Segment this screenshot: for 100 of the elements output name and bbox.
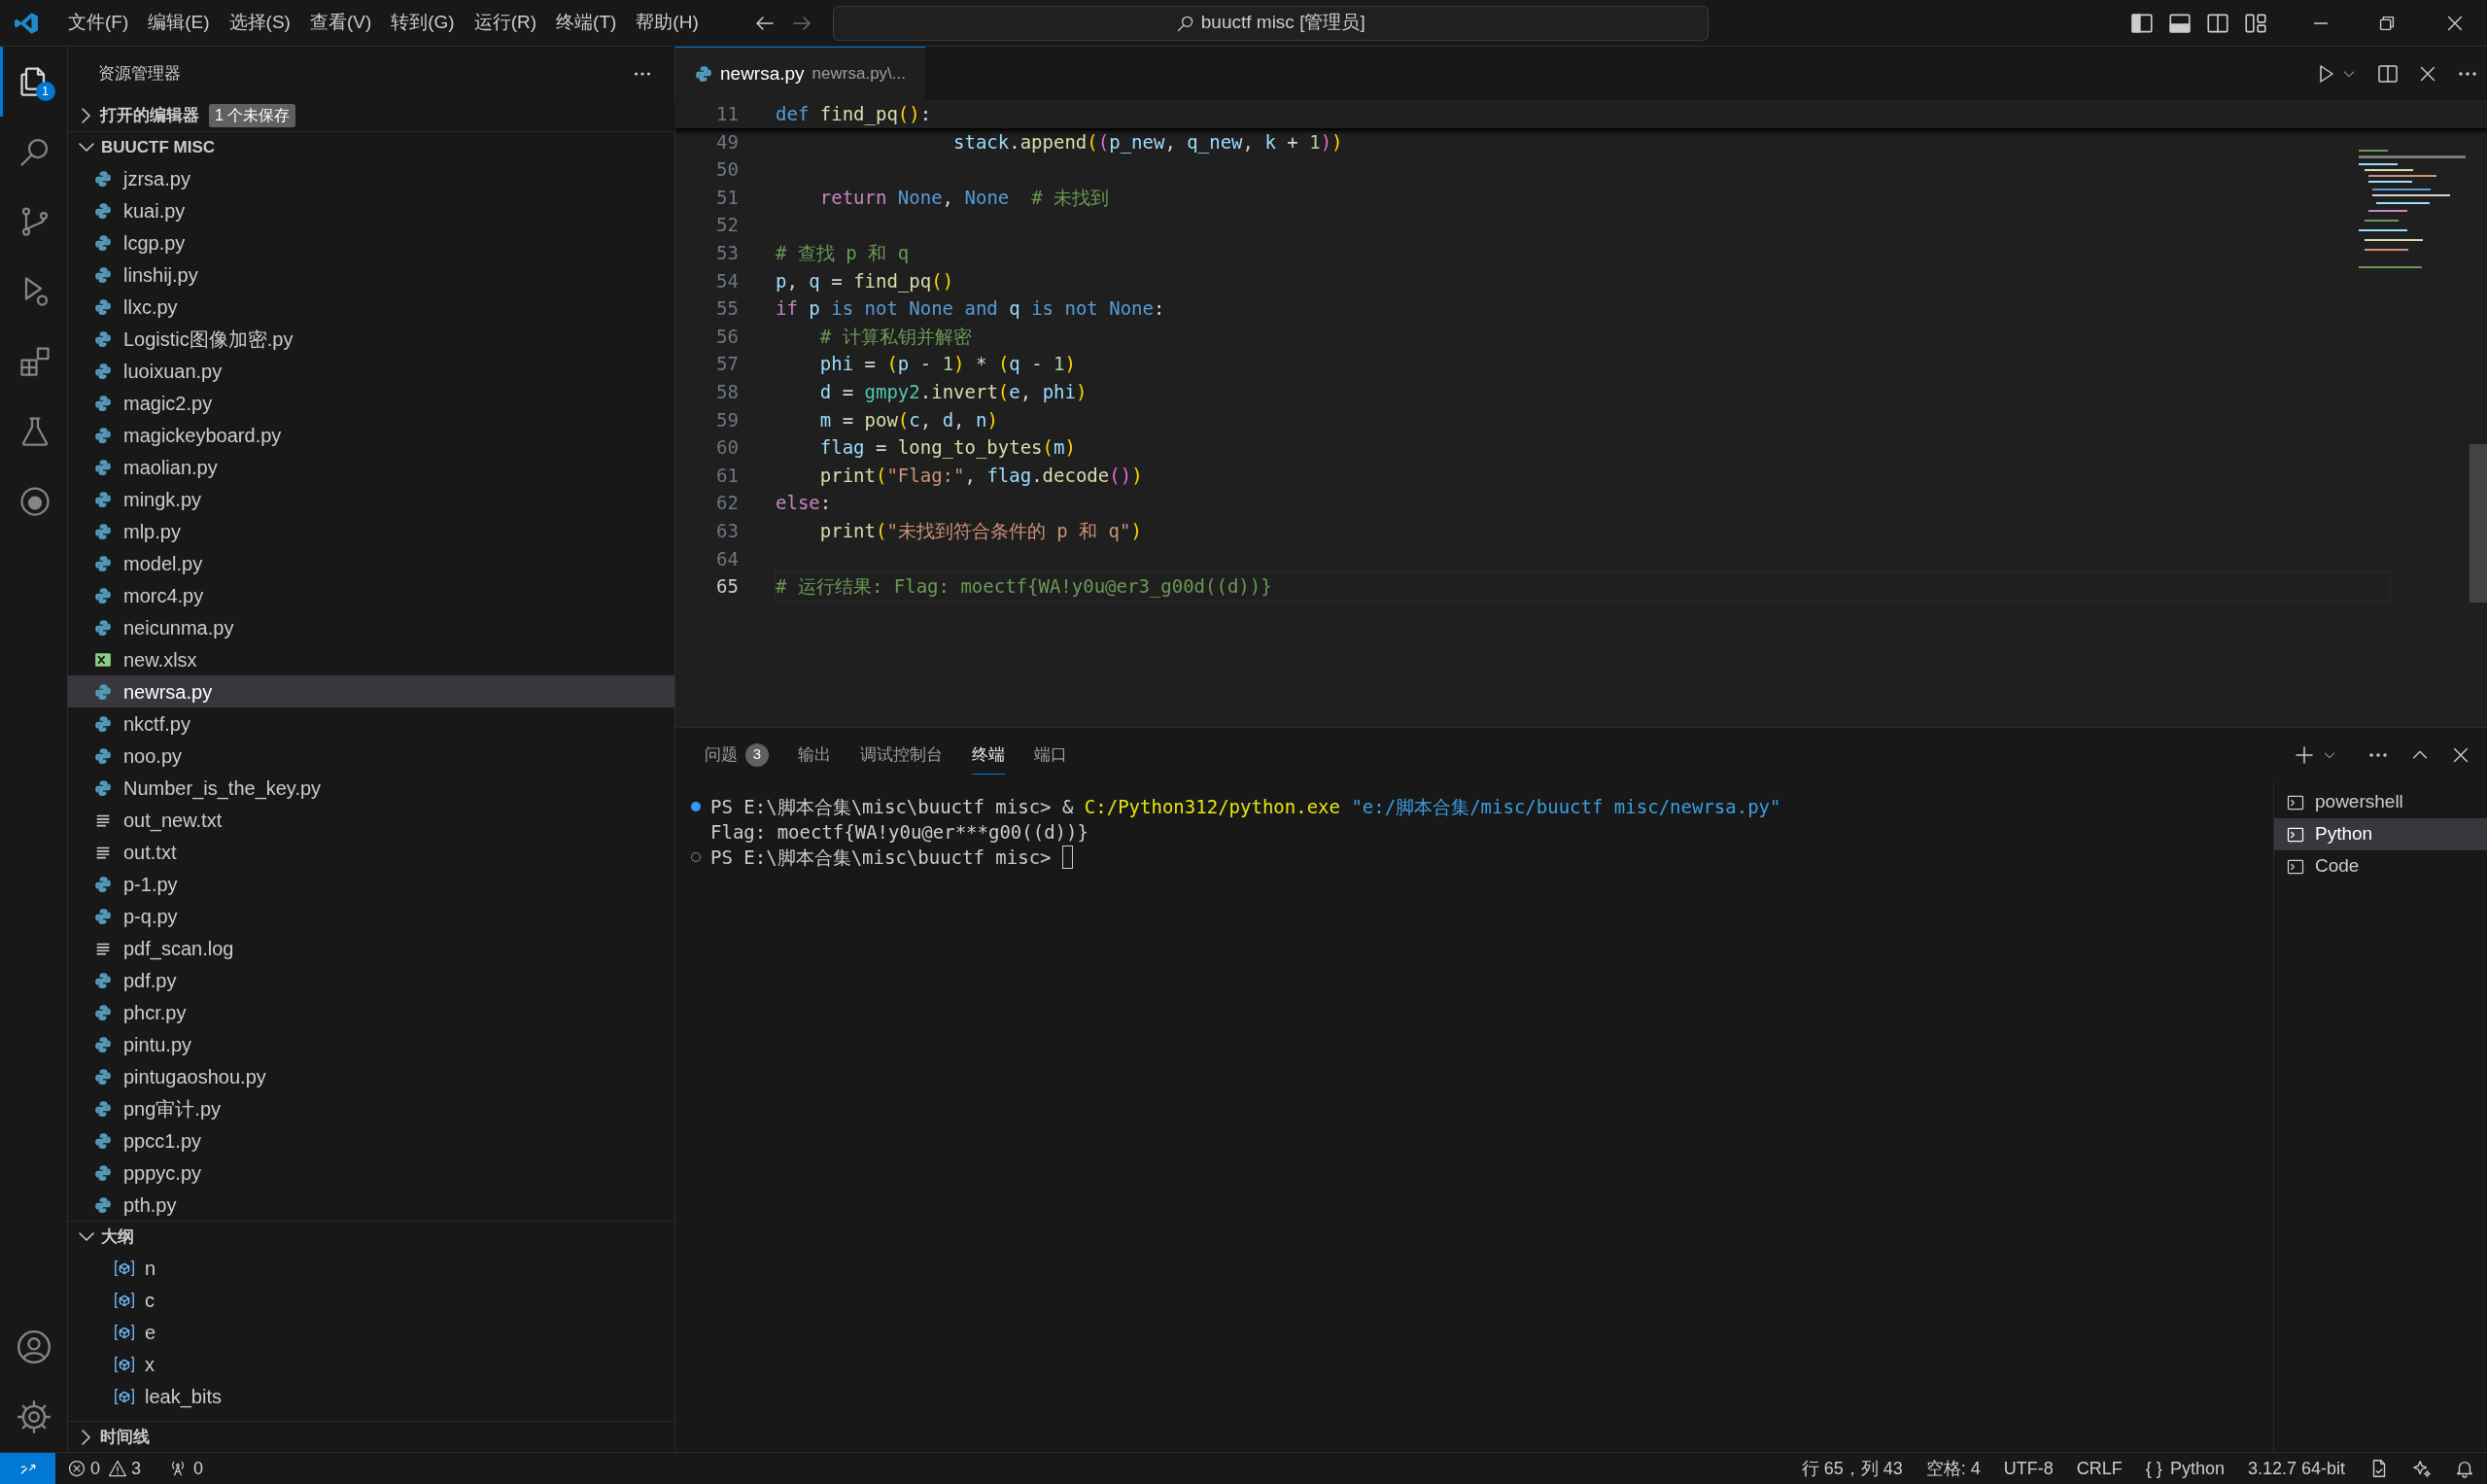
outline-item[interactable]: x [68,1348,674,1380]
editor-tab[interactable]: newrsa.py newrsa.py\... [675,47,925,100]
status-item[interactable]: 行 65，列 43 [1789,1452,1915,1484]
status-item[interactable]: { } Python [2133,1452,2236,1484]
file-item[interactable]: Logistic图像加密.py [68,323,674,355]
sparkle-icon[interactable] [2411,1458,2433,1479]
section-header[interactable]: 大纲 [68,1221,674,1252]
menu-item[interactable]: 帮助(H) [626,6,708,40]
python-file-icon [94,778,112,797]
terminal-list-item[interactable]: Code [2274,850,2487,882]
file-item[interactable]: magickeyboard.py [68,419,674,451]
terminal-list-item[interactable]: Python [2274,818,2487,850]
file-item[interactable]: maolian.py [68,451,674,483]
panel-tab[interactable]: 终端 [972,736,1005,775]
panel-tab[interactable]: 输出 [798,736,831,775]
menu-item[interactable]: 终端(T) [546,6,627,40]
file-item[interactable]: mingk.py [68,483,674,515]
file-item[interactable]: png审计.py [68,1092,674,1124]
scrollbar-thumb[interactable] [2470,444,2487,603]
line-number: 53 [715,241,739,265]
file-item[interactable]: mlp.py [68,515,674,547]
line-number: 65 [715,574,739,600]
status-item[interactable]: CRLF [2064,1452,2134,1484]
panel-tab[interactable]: 问题 3 [705,736,769,775]
code-line: m = pow(c, d, n) [818,407,998,432]
file-item[interactable]: pth.py [68,1189,674,1221]
file-item[interactable]: noo.py [68,740,674,772]
outline-item[interactable]: c [68,1284,674,1316]
tab-label: newrsa.py [720,61,805,86]
file-item[interactable]: p-q.py [68,900,674,932]
file-item[interactable]: llxc.py [68,291,674,323]
file-item[interactable]: pintu.py [68,1028,674,1060]
python-file-icon [94,907,112,925]
line-number: 11 [715,102,739,127]
python-file-icon [94,1003,112,1021]
spreadsheet-file-icon [94,650,112,669]
python-file-icon [94,1035,112,1053]
plus-icon[interactable] [2293,743,2316,767]
python-file-icon [94,426,112,444]
file-item[interactable]: pdf_scan.log [68,932,674,964]
menu-item[interactable]: 查看(V) [299,6,382,40]
status-item[interactable]: UTF-8 [1991,1452,2065,1484]
file-item[interactable]: Number_is_the_key.py [68,772,674,804]
python-file-icon [94,875,112,893]
problems-button[interactable]: 0 3 [61,1452,148,1484]
remote-button[interactable] [0,1452,55,1484]
python-file-icon [94,714,112,733]
menu-item[interactable]: 选择(S) [219,6,300,40]
python-file-icon [94,554,112,572]
line-number: 51 [715,185,739,210]
menu-item[interactable]: 文件(F) [58,6,139,40]
file-item[interactable]: ppcc1.py [68,1124,674,1156]
line-number: 59 [715,407,739,432]
command-search-field[interactable]: buuctf misc [管理员] [832,5,1709,41]
line-number: 49 [715,129,739,155]
code-line: def find_pq(): [776,102,932,127]
file-item[interactable]: pppyc.py [68,1156,674,1189]
file-item[interactable]: model.py [68,547,674,579]
panel-tab[interactable]: 端口 [1034,736,1067,775]
section-header[interactable]: 打开的编辑器 1 个未保存 [68,100,674,131]
outline-item[interactable]: leak_bits [68,1380,674,1412]
code-line: phi = (p - 1) * (q - 1) [818,352,1076,377]
python-file-icon [94,362,112,380]
tab-description: newrsa.py\... [812,63,906,86]
outline-item[interactable]: n [68,1252,674,1284]
python-file-icon [94,297,112,316]
file-item[interactable]: jzrsa.py [68,162,674,194]
file-item[interactable]: morc4.py [68,579,674,611]
file-item[interactable]: p-1.py [68,868,674,900]
menu-item[interactable]: 编辑(E) [138,6,220,40]
panel-tab[interactable]: 调试控制台 [860,736,943,775]
line-number: 56 [715,324,739,349]
file-item[interactable]: out_new.txt [68,804,674,836]
code-line: stack.append((p_new, q_new, k + 1)) [952,129,1343,155]
code-line: p, q = find_pq() [776,268,954,294]
file-item[interactable]: magic2.py [68,387,674,419]
outline-item[interactable]: e [68,1316,674,1348]
menu-item[interactable]: 运行(R) [464,6,547,40]
extensions-icon [17,344,52,379]
file-item[interactable]: newrsa.py [68,675,674,707]
file-item[interactable]: pdf.py [68,964,674,996]
file-item[interactable]: linshij.py [68,259,674,291]
file-item[interactable]: pintugaoshou.py [68,1060,674,1092]
menu-item[interactable]: 转到(G) [381,6,465,40]
file-item[interactable]: luoixuan.py [68,355,674,387]
ports-button[interactable]: 0 [164,1452,208,1484]
python-file-icon [94,682,112,701]
line-number: 63 [715,518,739,543]
file-item[interactable]: out.txt [68,836,674,868]
file-item[interactable]: new.xlsx [68,643,674,675]
terminal-list-item[interactable]: powershell [2274,786,2487,818]
file-item[interactable]: kuai.py [68,194,674,226]
file-item[interactable]: neicunma.py [68,611,674,643]
file-item[interactable]: lcgp.py [68,226,674,259]
status-item[interactable]: 3.12.7 64-bit [2235,1452,2357,1484]
status-item[interactable]: 空格: 4 [1914,1452,1992,1484]
python-file-icon [94,233,112,252]
file-item[interactable]: phcr.py [68,996,674,1028]
file-item[interactable]: nkctf.py [68,707,674,740]
section-header[interactable]: BUUCTF MISC [68,131,674,162]
